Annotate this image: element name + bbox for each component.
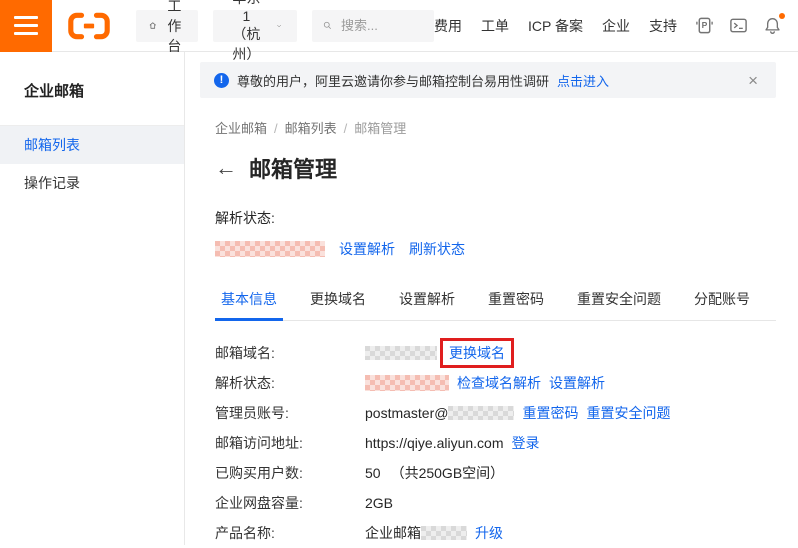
purchased-users-count: 50 xyxy=(365,465,381,481)
search-icon xyxy=(323,18,332,33)
notification-dot xyxy=(779,13,785,19)
sidebar-item-mailbox-list[interactable]: 邮箱列表 xyxy=(0,126,184,164)
check-domain-resolution-link[interactable]: 检查域名解析 xyxy=(457,373,541,393)
tab-change-domain[interactable]: 更换域名 xyxy=(304,289,372,320)
row-netdisk-capacity: 企业网盘容量: 2GB xyxy=(215,488,776,518)
row-label: 已购买用户数: xyxy=(215,463,365,483)
row-purchased-users: 已购买用户数: 50 （共250GB空间） xyxy=(215,458,776,488)
row-label: 管理员账号: xyxy=(215,403,365,423)
tab-assign-account[interactable]: 分配账号 xyxy=(688,289,756,320)
refresh-status-link[interactable]: 刷新状态 xyxy=(409,239,465,259)
redacted-domain-value xyxy=(215,241,325,257)
hamburger-icon[interactable] xyxy=(0,0,52,52)
nav-enterprise[interactable]: 企业 xyxy=(602,16,630,36)
tab-reset-security[interactable]: 重置安全问题 xyxy=(571,289,667,320)
bell-icon[interactable] xyxy=(763,16,782,35)
breadcrumb: 企业邮箱邮箱列表邮箱管理 xyxy=(215,118,776,137)
nav-tickets[interactable]: 工单 xyxy=(481,16,509,36)
back-arrow-icon[interactable]: ← xyxy=(215,157,237,179)
svg-text:P: P xyxy=(702,20,708,30)
row-label: 企业网盘容量: xyxy=(215,493,365,513)
row-product-name: 产品名称: 企业邮箱 升级 xyxy=(215,518,776,548)
home-icon xyxy=(149,18,157,33)
aliyun-logo[interactable] xyxy=(68,12,110,40)
sidebar-title: 企业邮箱 xyxy=(0,52,184,125)
redacted-mail-domain xyxy=(365,346,437,360)
search-box[interactable] xyxy=(312,10,434,42)
admin-account-prefix: postmaster@ xyxy=(365,405,448,421)
tab-reset-password[interactable]: 重置密码 xyxy=(482,289,550,320)
tab-set-resolution[interactable]: 设置解析 xyxy=(393,289,461,320)
page-title: 邮箱管理 xyxy=(249,152,337,184)
set-resolution-link[interactable]: 设置解析 xyxy=(339,239,395,259)
row-resolve-status: 解析状态: 检查域名解析 设置解析 xyxy=(215,368,776,398)
redacted-product-edition xyxy=(421,526,467,540)
purchased-users-space: （共250GB空间） xyxy=(391,463,505,483)
nav-billing[interactable]: 费用 xyxy=(434,16,462,36)
info-icon: ! xyxy=(214,73,229,88)
row-mail-domain: 邮箱域名: 更换域名 xyxy=(215,338,776,368)
resolve-status-label: 解析状态: xyxy=(215,208,776,228)
set-resolution-link[interactable]: 设置解析 xyxy=(549,373,605,393)
mail-access-url: https://qiye.aliyun.com xyxy=(365,435,504,451)
product-name-prefix: 企业邮箱 xyxy=(365,523,421,543)
annotation-red-box: 更换域名 xyxy=(440,338,514,368)
workbench-label: 工作台 xyxy=(164,0,185,56)
tab-bar: 基本信息 更换域名 设置解析 重置密码 重置安全问题 分配账号 xyxy=(215,289,776,321)
region-selector[interactable]: 华东1（杭州） xyxy=(213,10,297,42)
banner-link[interactable]: 点击进入 xyxy=(557,71,609,90)
row-label: 邮箱访问地址: xyxy=(215,433,365,453)
breadcrumb-item-manage: 邮箱管理 xyxy=(354,121,406,136)
reset-security-question-link[interactable]: 重置安全问题 xyxy=(586,403,670,423)
breadcrumb-item-mail[interactable]: 企业邮箱 xyxy=(215,121,285,136)
search-input[interactable] xyxy=(339,17,423,34)
header-icons: P xyxy=(695,16,798,35)
redacted-resolve-status xyxy=(365,375,449,391)
nav-icp[interactable]: ICP 备案 xyxy=(528,16,583,36)
login-link[interactable]: 登录 xyxy=(512,433,540,453)
change-domain-link[interactable]: 更换域名 xyxy=(449,345,505,361)
redacted-admin-domain xyxy=(448,406,514,420)
app-icon[interactable]: P xyxy=(695,16,714,35)
workbench-button[interactable]: 工作台 xyxy=(136,10,198,42)
row-label: 邮箱域名: xyxy=(215,343,365,363)
header-nav: 费用 工单 ICP 备案 企业 支持 xyxy=(434,16,677,36)
reset-password-link[interactable]: 重置密码 xyxy=(522,403,578,423)
top-header: 工作台 华东1（杭州） 费用 工单 ICP 备案 企业 支持 P xyxy=(0,0,798,52)
close-icon[interactable]: × xyxy=(744,70,762,91)
row-label: 解析状态: xyxy=(215,373,365,393)
netdisk-capacity-value: 2GB xyxy=(365,495,393,511)
chevron-down-icon xyxy=(277,22,281,30)
sidebar-item-operation-log[interactable]: 操作记录 xyxy=(0,164,184,202)
tab-basic-info[interactable]: 基本信息 xyxy=(215,289,283,320)
row-label: 产品名称: xyxy=(215,523,365,543)
cloudshell-icon[interactable] xyxy=(729,16,748,35)
sidebar: 企业邮箱 邮箱列表 操作记录 xyxy=(0,52,185,545)
nav-support[interactable]: 支持 xyxy=(649,16,677,36)
row-mail-access-url: 邮箱访问地址: https://qiye.aliyun.com 登录 xyxy=(215,428,776,458)
main-content: ! 尊敬的用户，阿里云邀请你参与邮箱控制台易用性调研 点击进入 × 企业邮箱邮箱… xyxy=(185,52,798,545)
notice-banner: ! 尊敬的用户，阿里云邀请你参与邮箱控制台易用性调研 点击进入 × xyxy=(200,62,776,98)
aliyun-logo-glyph xyxy=(68,12,110,40)
banner-text: 尊敬的用户，阿里云邀请你参与邮箱控制台易用性调研 xyxy=(237,71,549,90)
row-admin-account: 管理员账号: postmaster@ 重置密码 重置安全问题 xyxy=(215,398,776,428)
breadcrumb-item-list[interactable]: 邮箱列表 xyxy=(285,121,355,136)
upgrade-link[interactable]: 升级 xyxy=(475,523,503,543)
detail-rows: 邮箱域名: 更换域名 解析状态: 检查域名解析 设置解析 管理员账号: xyxy=(215,338,776,548)
